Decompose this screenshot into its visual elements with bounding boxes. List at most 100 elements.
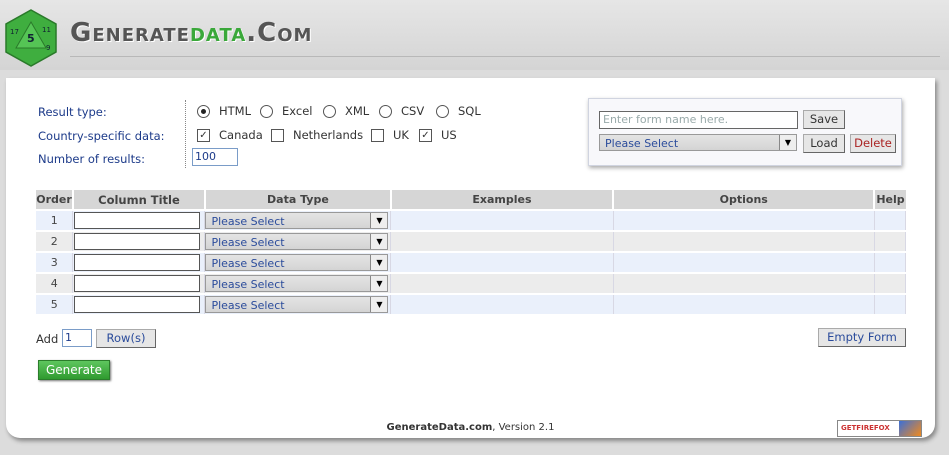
options-cell xyxy=(613,293,875,314)
header-options: Options xyxy=(613,190,876,210)
checkbox-label: Canada xyxy=(219,128,263,142)
radio-circle-icon[interactable] xyxy=(323,104,336,118)
footer-version: , Version 2.1 xyxy=(492,422,555,433)
generate-button[interactable]: Generate xyxy=(38,360,110,380)
checkbox-canada[interactable]: ✓ Canada xyxy=(197,128,263,142)
checkbox-us[interactable]: ✓ US xyxy=(419,128,457,142)
row-order: 5 xyxy=(36,293,74,314)
checkbox-netherlands[interactable]: Netherlands xyxy=(271,128,363,142)
radio-html[interactable]: HTML xyxy=(197,104,251,118)
column-title-cell xyxy=(72,230,206,252)
radio-circle-icon[interactable] xyxy=(197,104,210,118)
radio-excel[interactable]: Excel xyxy=(260,104,312,118)
svg-text:11: 11 xyxy=(42,26,51,34)
help-cell xyxy=(874,272,907,294)
chevron-down-icon[interactable]: ▼ xyxy=(370,213,388,228)
chevron-down-icon[interactable]: ▼ xyxy=(370,297,388,312)
column-title-input[interactable] xyxy=(74,254,201,271)
column-title-input[interactable] xyxy=(74,296,201,313)
table-row: 5 Please Select ▼ xyxy=(36,293,907,314)
checkbox-icon[interactable] xyxy=(371,128,384,142)
header-data-type: Data Type xyxy=(204,190,392,210)
header-order: Order xyxy=(36,190,74,210)
footer-site-link[interactable]: GenerateData.com xyxy=(387,422,493,433)
examples-cell xyxy=(390,251,614,273)
chevron-down-icon[interactable]: ▼ xyxy=(370,255,388,270)
logo-word-com: .Com xyxy=(246,18,313,48)
checkbox-label: US xyxy=(441,128,457,142)
site-logo-text[interactable]: Generatedata.Com xyxy=(70,18,312,48)
radio-sql[interactable]: SQL xyxy=(436,104,481,118)
header-help: Help xyxy=(874,190,906,210)
help-cell xyxy=(874,293,907,314)
chevron-down-icon[interactable]: ▼ xyxy=(370,234,388,249)
data-type-select[interactable]: Please Select ▼ xyxy=(205,296,389,313)
header-examples: Examples xyxy=(390,190,615,210)
examples-cell xyxy=(390,209,614,231)
data-type-select[interactable]: Please Select ▼ xyxy=(205,233,389,250)
column-title-input[interactable] xyxy=(74,275,201,292)
svg-text:9: 9 xyxy=(46,44,50,52)
header-divider xyxy=(70,56,940,57)
data-type-value: Please Select xyxy=(211,299,285,312)
column-title-cell xyxy=(72,293,206,314)
table-row: 3 Please Select ▼ xyxy=(36,251,907,273)
add-label: Add xyxy=(36,332,59,346)
radio-circle-icon[interactable] xyxy=(379,104,392,118)
checkbox-icon[interactable] xyxy=(271,128,284,142)
delete-button[interactable]: Delete xyxy=(850,134,896,153)
load-button[interactable]: Load xyxy=(803,134,845,153)
save-button[interactable]: Save xyxy=(803,110,845,129)
logo-word-generate: Generate xyxy=(70,18,190,48)
logo-word-data: data xyxy=(189,18,247,48)
column-title-cell xyxy=(72,209,206,231)
empty-form-button[interactable]: Empty Form xyxy=(818,328,906,347)
radio-label: Excel xyxy=(282,104,313,118)
svg-text:5: 5 xyxy=(27,32,35,45)
table-row: 4 Please Select ▼ xyxy=(36,272,907,294)
data-type-select[interactable]: Please Select ▼ xyxy=(205,275,389,292)
column-title-input[interactable] xyxy=(74,212,201,229)
options-cell xyxy=(613,209,875,231)
radio-circle-icon[interactable] xyxy=(436,104,449,118)
examples-cell xyxy=(390,230,614,252)
checkbox-checked-icon[interactable]: ✓ xyxy=(419,128,432,142)
column-title-cell xyxy=(72,251,206,273)
data-type-select[interactable]: Please Select ▼ xyxy=(205,212,389,229)
get-firefox-badge[interactable]: GETFIREFOX xyxy=(837,420,922,437)
row-order: 2 xyxy=(36,230,74,252)
chevron-down-icon[interactable]: ▼ xyxy=(779,135,796,150)
chevron-down-icon[interactable]: ▼ xyxy=(370,276,388,291)
result-type-label: Result type: xyxy=(38,105,107,119)
radio-label: HTML xyxy=(219,104,252,118)
header-column-title: Column Title xyxy=(72,190,206,210)
add-rows-input[interactable]: 1 xyxy=(62,329,92,347)
form-select[interactable]: Please Select ▼ xyxy=(599,134,797,151)
examples-cell xyxy=(390,293,614,314)
options-cell xyxy=(613,230,875,252)
add-rows-button[interactable]: Row(s) xyxy=(96,329,156,348)
firefox-badge-text: GETFIREFOX xyxy=(841,424,890,432)
table-row: 2 Please Select ▼ xyxy=(36,230,907,252)
num-results-label: Number of results: xyxy=(38,152,145,166)
data-type-cell: Please Select ▼ xyxy=(204,293,392,314)
column-title-input[interactable] xyxy=(74,233,201,250)
data-type-value: Please Select xyxy=(211,257,285,270)
columns-table: Order Column Title Data Type Examples Op… xyxy=(36,190,907,314)
column-title-cell xyxy=(72,272,206,294)
firefox-icon xyxy=(899,421,921,436)
help-cell xyxy=(874,230,907,252)
table-row: 1 Please Select ▼ xyxy=(36,209,907,231)
form-name-input[interactable]: Enter form name here. xyxy=(599,111,798,129)
row-order: 1 xyxy=(36,209,74,231)
data-type-select[interactable]: Please Select ▼ xyxy=(205,254,389,271)
checkbox-checked-icon[interactable]: ✓ xyxy=(197,128,210,142)
radio-xml[interactable]: XML xyxy=(323,104,369,118)
checkbox-uk[interactable]: UK xyxy=(371,128,409,142)
row-order: 4 xyxy=(36,272,74,294)
num-results-input[interactable]: 100 xyxy=(192,148,238,166)
help-cell xyxy=(874,209,907,231)
radio-circle-icon[interactable] xyxy=(260,104,273,118)
radio-csv[interactable]: CSV xyxy=(379,104,424,118)
main-panel: Result type: Country-specific data: Numb… xyxy=(6,78,935,438)
